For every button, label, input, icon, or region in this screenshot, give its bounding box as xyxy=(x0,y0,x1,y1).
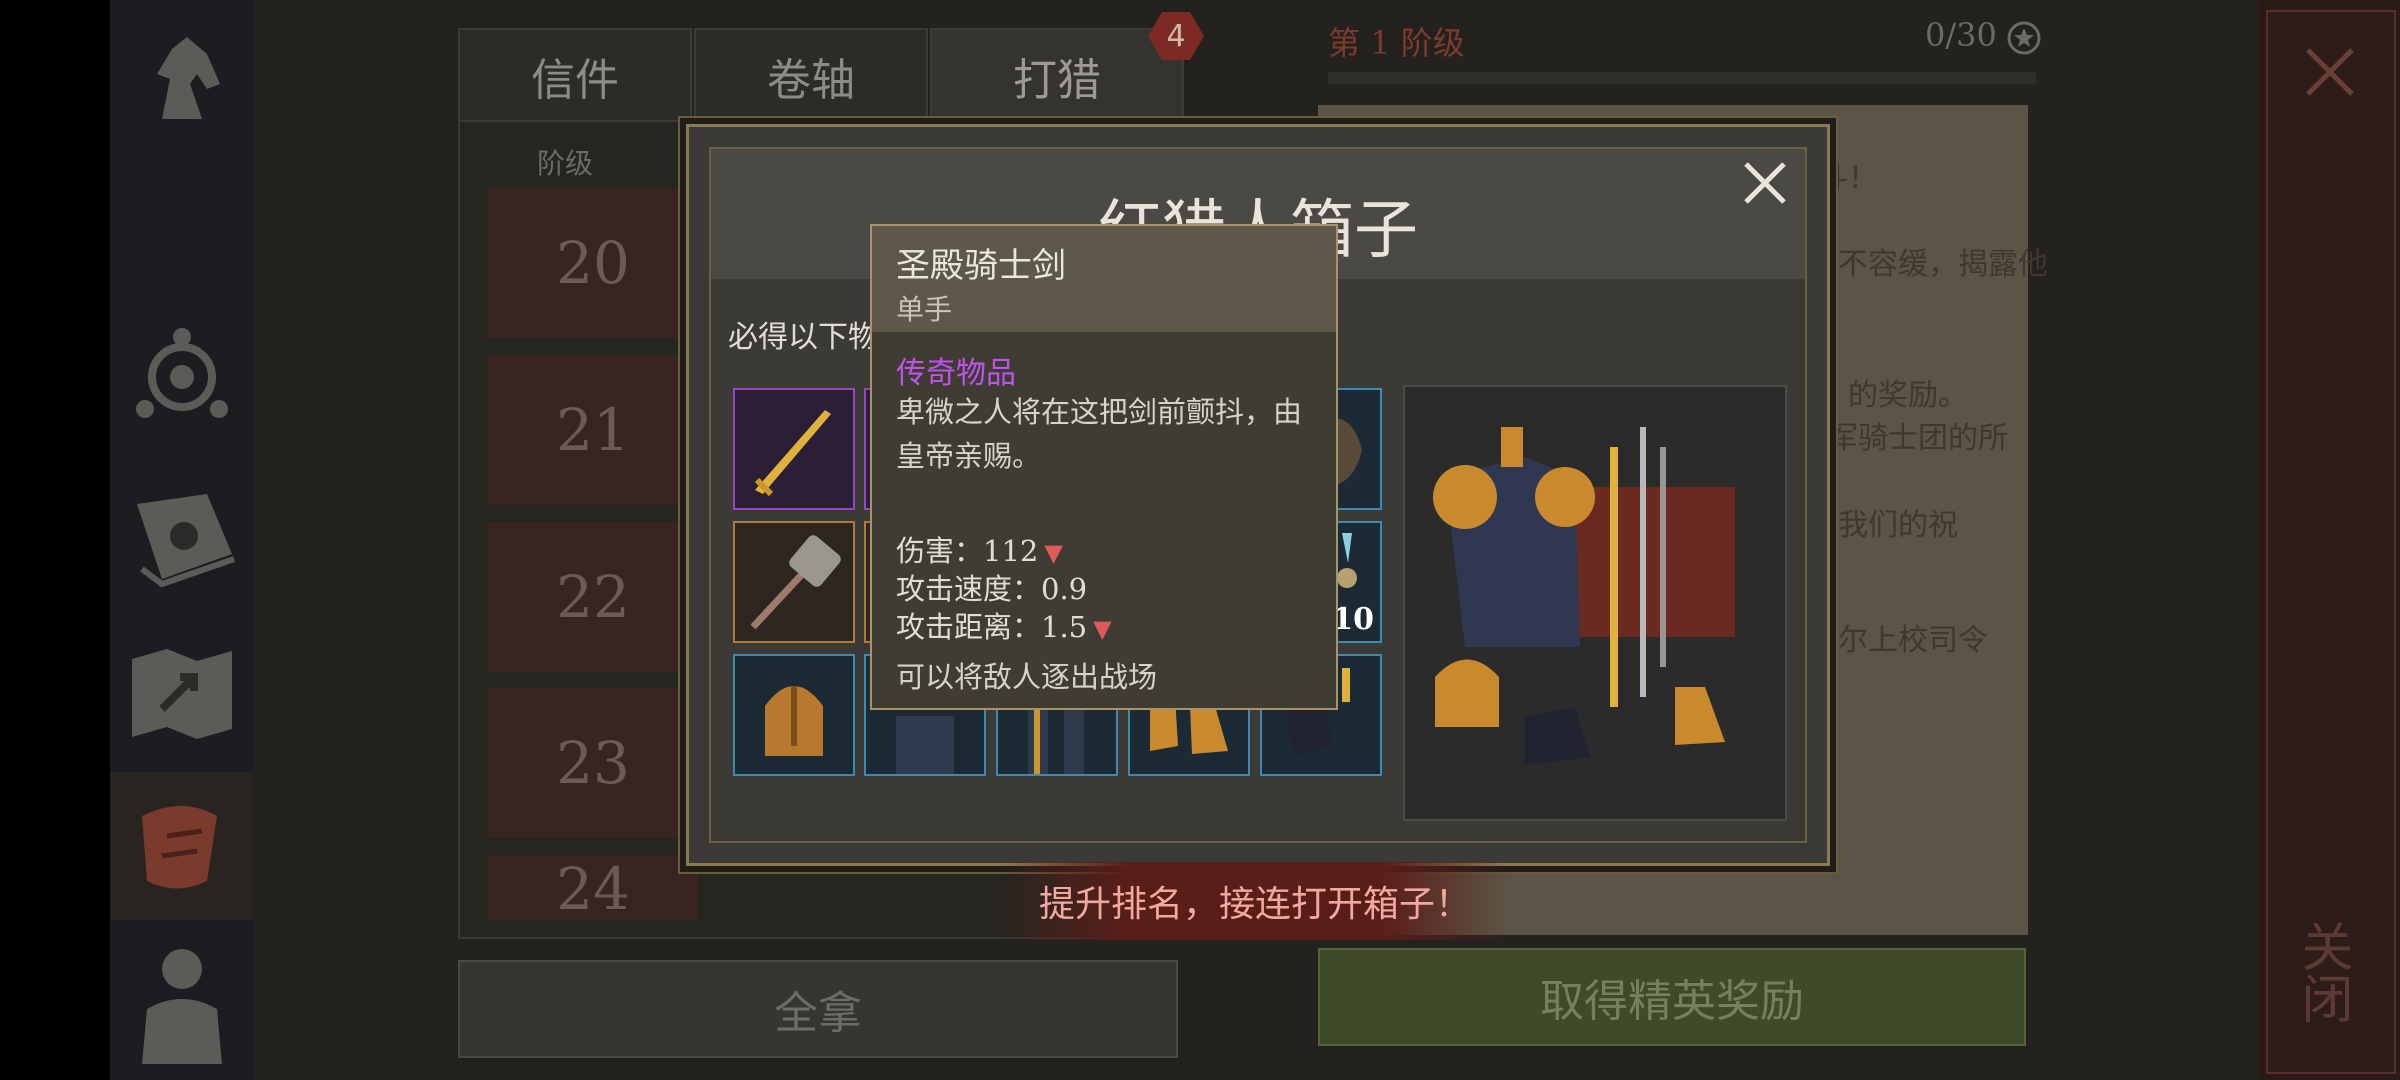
close-button[interactable]: 关闭 xyxy=(2292,920,2360,1024)
sun-book-icon[interactable] xyxy=(110,465,253,613)
compass-icon[interactable] xyxy=(110,300,253,448)
tooltip-header: 圣殿骑士剑 单手 xyxy=(872,226,1336,332)
column-header-rank: 阶级 xyxy=(537,147,594,180)
chest-contents-preview xyxy=(1403,385,1787,821)
letter-text: 科尔上校司令 xyxy=(1808,623,1988,658)
stage-progress-bar xyxy=(1328,72,2036,84)
close-icon[interactable] xyxy=(1740,158,1790,208)
item-tooltip: 圣殿骑士剑 单手 传奇物品 卑微之人将在这把剑前颤抖，由皇帝亲赐。 伤害：112… xyxy=(870,224,1338,710)
helmet-icon xyxy=(765,686,823,756)
item-slot-sword[interactable] xyxy=(733,388,855,510)
item-rarity: 传奇物品 xyxy=(896,356,1016,391)
close-icon[interactable] xyxy=(2302,44,2358,100)
character-icon[interactable] xyxy=(110,930,253,1078)
armor-set-illustration xyxy=(1433,427,1735,765)
tab-label: 打猎 xyxy=(1013,55,1101,106)
stage-count-text: 0/30 xyxy=(1925,16,1997,54)
rank-number: 22 xyxy=(556,563,630,631)
stat-attack-range: 攻击距离：1.5 ▼ xyxy=(896,604,1112,646)
tab-hunting[interactable]: 打猎 xyxy=(930,28,1184,122)
stat-attack-speed: 攻击速度：0.9 xyxy=(896,566,1087,608)
letter-text: 到我们的祝 xyxy=(1808,508,1958,543)
tab-label: 信件 xyxy=(531,55,619,106)
golden-sword-icon xyxy=(754,410,831,497)
stat-label: 伤害： xyxy=(896,534,984,568)
tab-label: 卷轴 xyxy=(767,55,855,106)
item-name: 圣殿骑士剑 xyxy=(896,246,1066,286)
item-effect: 可以将敌人逐出战场 xyxy=(896,660,1158,694)
tab-letters[interactable]: 信件 xyxy=(458,28,692,122)
stage-progress-count: 0/30 xyxy=(1925,16,2041,55)
stat-decrease-icon: ▼ xyxy=(1044,539,1063,567)
item-quantity: 10 xyxy=(1332,602,1374,637)
stat-decrease-icon: ▼ xyxy=(1093,615,1112,643)
stat-damage: 伤害：112 ▼ xyxy=(896,528,1063,570)
take-all-button[interactable]: 全拿 xyxy=(458,960,1178,1058)
stat-value: 1.5 xyxy=(1041,610,1088,644)
stat-value: 112 xyxy=(983,534,1039,568)
star-icon xyxy=(2007,21,2041,54)
stat-value: 0.9 xyxy=(1041,572,1088,606)
list-item[interactable]: 24 xyxy=(488,855,698,920)
letter-text: 的奖励。 xyxy=(1848,378,1968,413)
stat-label: 攻击速度： xyxy=(896,572,1042,606)
item-type: 单手 xyxy=(896,293,953,326)
list-item[interactable]: 21 xyxy=(488,355,698,505)
map-icon[interactable] xyxy=(110,620,253,768)
item-description: 卑微之人将在这把剑前颤抖，由皇帝亲赐。 xyxy=(896,395,1303,473)
list-item[interactable]: 23 xyxy=(488,688,698,838)
item-slot-mace[interactable] xyxy=(733,521,855,643)
horse-icon[interactable] xyxy=(110,5,253,153)
right-close-rail xyxy=(2258,0,2400,1080)
close-panel-frame xyxy=(2266,10,2396,1074)
guaranteed-items-label: 必得以下物 xyxy=(728,320,878,355)
stat-label: 攻击距离： xyxy=(896,610,1042,644)
promo-banner: 提升排名，接连打开箱子！ xyxy=(1000,862,1510,940)
stage-title: 第 1 阶级 xyxy=(1328,24,1465,62)
scroll-icon[interactable] xyxy=(110,772,253,920)
war-hammer-icon xyxy=(750,535,841,630)
rank-number: 24 xyxy=(556,855,630,920)
left-nav-rail xyxy=(110,0,253,1080)
tab-scrolls[interactable]: 卷轴 xyxy=(694,28,928,122)
list-item[interactable]: 22 xyxy=(488,522,698,672)
rank-number: 20 xyxy=(556,229,630,297)
list-item[interactable]: 20 xyxy=(488,188,698,338)
item-slot-helmet[interactable] xyxy=(733,654,855,776)
rank-number: 23 xyxy=(556,729,630,797)
letter-text: 军骑士团的所 xyxy=(1828,421,2008,456)
rank-number: 21 xyxy=(556,396,630,464)
elite-reward-button[interactable]: 取得精英奖励 xyxy=(1318,948,2026,1046)
letter-text: 刻不容缓，揭露他 xyxy=(1808,247,2048,282)
